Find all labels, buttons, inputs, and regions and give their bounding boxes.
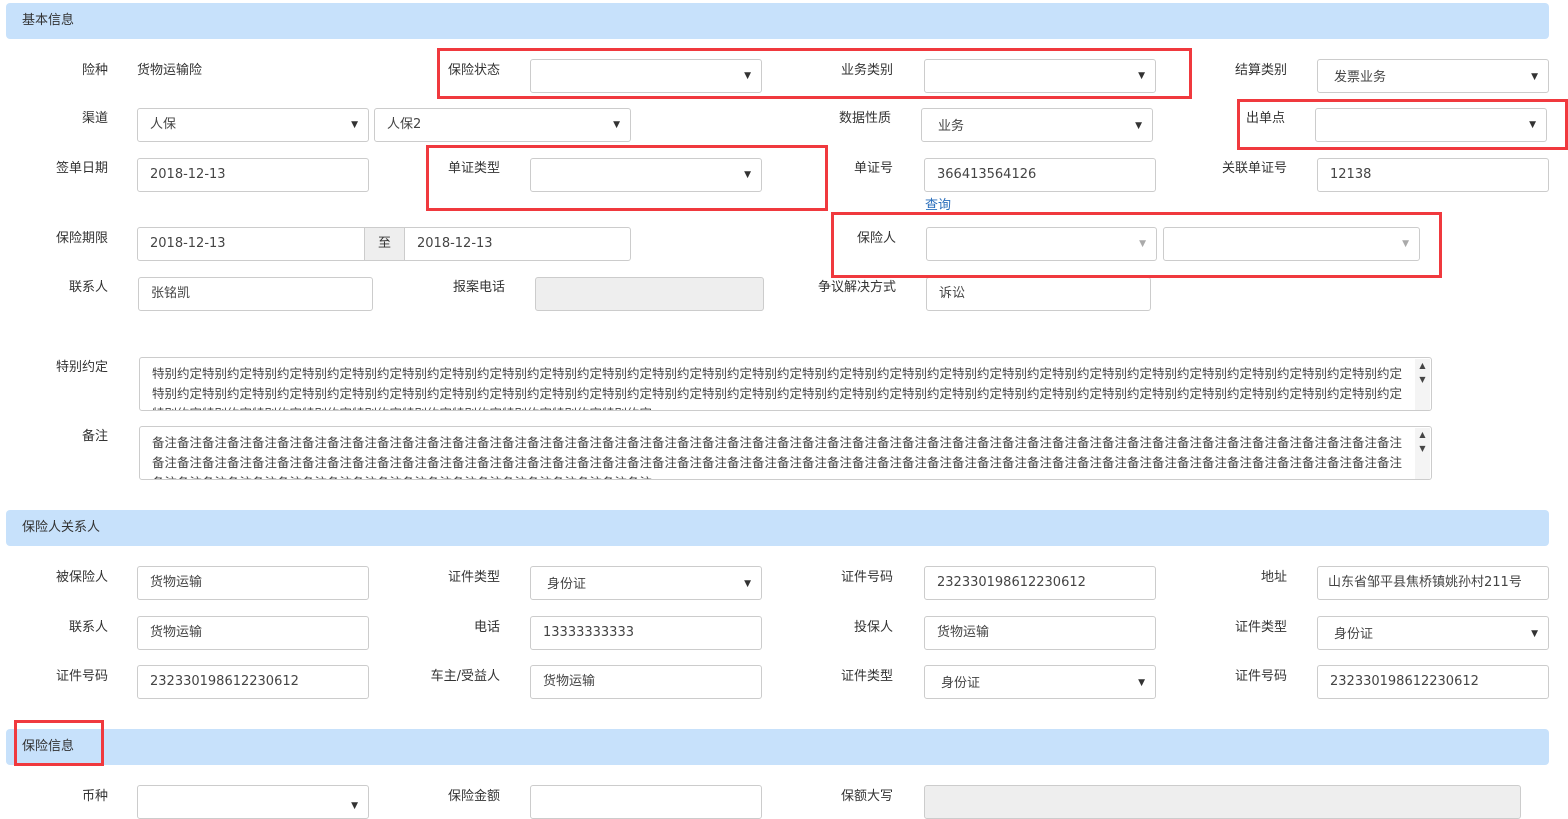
section-header-insurance: 保险信息 — [6, 729, 1549, 765]
settle-type-value: 发票业务 — [1334, 70, 1387, 85]
highlight-box — [14, 720, 104, 766]
channel-value-1: 人保 — [150, 117, 177, 132]
id-type-value: 身份证 — [941, 676, 981, 691]
period-label: 保险期限 — [55, 231, 108, 246]
insured-input[interactable]: 货物运输 — [137, 566, 369, 600]
sign-date-input[interactable]: 2018-12-13 — [137, 158, 369, 192]
section-header-relations: 保险人关系人 — [6, 510, 1549, 546]
remark-textarea[interactable]: 备注备注备注备注备注备注备注备注备注备注备注备注备注备注备注备注备注备注备注备注… — [139, 426, 1432, 480]
insurance-type-value: 货物运输险 — [137, 63, 203, 78]
dropdown-arrow-icon: ▼ — [1138, 678, 1145, 688]
id-type-select[interactable]: 身份证 ▼ — [924, 665, 1156, 699]
special-label: 特别约定 — [55, 360, 108, 375]
channel-label: 渠道 — [81, 111, 108, 126]
dropdown-arrow-icon: ▼ — [744, 579, 751, 589]
highlight-box — [426, 145, 828, 211]
id-type-label: 证件类型 — [840, 669, 893, 684]
id-type-value: 身份证 — [1334, 627, 1374, 642]
related-doc-label: 关联单证号 — [1221, 161, 1287, 176]
currency-label: 币种 — [81, 789, 108, 804]
contact-input[interactable]: 张铭凯 — [138, 277, 373, 311]
currency-select[interactable]: ▼ — [137, 785, 369, 819]
channel-select-2[interactable]: 人保2 ▼ — [374, 108, 631, 142]
report-phone-label: 报案电话 — [452, 280, 505, 295]
highlight-box — [1237, 99, 1568, 150]
rel-contact-label: 联系人 — [68, 620, 108, 635]
special-textarea[interactable]: 特别约定特别约定特别约定特别约定特别约定特别约定特别约定特别约定特别约定特别约定… — [139, 357, 1432, 411]
owner-label: 车主/受益人 — [430, 669, 500, 684]
owner-input[interactable]: 货物运输 — [530, 665, 762, 699]
doc-no-input[interactable]: 366413564126 — [924, 158, 1156, 192]
amount-label: 保险金额 — [447, 789, 500, 804]
dropdown-arrow-icon: ▼ — [351, 801, 358, 811]
address-input[interactable]: 山东省邹平县焦桥镇姚孙村211号 — [1317, 566, 1549, 600]
dropdown-arrow-icon: ▼ — [613, 120, 620, 130]
dropdown-arrow-icon: ▼ — [351, 120, 358, 130]
data-nature-select[interactable]: 业务 ▼ — [921, 108, 1153, 142]
amount-input[interactable] — [530, 785, 762, 819]
id-no-input[interactable]: 232330198612230612 — [1317, 665, 1549, 699]
id-type-label: 证件类型 — [1234, 620, 1287, 635]
dropdown-arrow-icon: ▼ — [1531, 629, 1538, 639]
period-start-input[interactable]: 2018-12-13 — [137, 227, 365, 261]
section-header-basic: 基本信息 — [6, 3, 1549, 39]
dropdown-arrow-icon: ▼ — [1135, 121, 1142, 131]
remark-label: 备注 — [81, 429, 108, 444]
sign-date-label: 签单日期 — [55, 161, 108, 176]
data-nature-value: 业务 — [938, 119, 965, 134]
phone-label: 电话 — [473, 620, 500, 635]
dispute-label: 争议解决方式 — [817, 280, 896, 295]
contact-label: 联系人 — [68, 280, 108, 295]
special-text: 特别约定特别约定特别约定特别约定特别约定特别约定特别约定特别约定特别约定特别约定… — [152, 366, 1403, 410]
scrollbar[interactable]: ▲ ▼ — [1415, 359, 1430, 410]
id-no-input[interactable]: 232330198612230612 — [137, 665, 369, 699]
highlight-box — [437, 48, 1192, 99]
applicant-input[interactable]: 货物运输 — [924, 616, 1156, 650]
id-type-label: 证件类型 — [447, 570, 500, 585]
query-link[interactable]: 查询 — [925, 194, 951, 213]
channel-select-1[interactable]: 人保 ▼ — [137, 108, 369, 142]
id-no-label: 证件号码 — [840, 570, 893, 585]
dropdown-arrow-icon: ▼ — [1531, 72, 1538, 82]
report-phone-input — [535, 277, 764, 311]
id-type-value: 身份证 — [547, 577, 587, 592]
address-label: 地址 — [1260, 570, 1287, 585]
data-nature-label: 数据性质 — [838, 111, 891, 126]
period-to-addon: 至 — [364, 227, 405, 261]
applicant-label: 投保人 — [853, 620, 893, 635]
settle-type-select[interactable]: 发票业务 ▼ — [1317, 59, 1549, 93]
id-type-select[interactable]: 身份证 ▼ — [530, 566, 762, 600]
scrollbar[interactable]: ▲ ▼ — [1415, 428, 1430, 479]
id-no-input[interactable]: 232330198612230612 — [924, 566, 1156, 600]
remark-text: 备注备注备注备注备注备注备注备注备注备注备注备注备注备注备注备注备注备注备注备注… — [152, 435, 1403, 479]
insured-label: 被保险人 — [55, 570, 108, 585]
highlight-box — [831, 212, 1442, 278]
insurance-type-label: 险种 — [81, 63, 108, 78]
rel-contact-input[interactable]: 货物运输 — [137, 616, 369, 650]
related-doc-input[interactable]: 12138 — [1317, 158, 1549, 192]
id-type-select[interactable]: 身份证 ▼ — [1317, 616, 1549, 650]
period-end-input[interactable]: 2018-12-13 — [404, 227, 631, 261]
amount-words-label: 保额大写 — [840, 789, 893, 804]
channel-value-2: 人保2 — [387, 117, 422, 132]
id-no-label: 证件号码 — [1234, 669, 1287, 684]
phone-input[interactable]: 13333333333 — [530, 616, 762, 650]
dispute-input[interactable]: 诉讼 — [926, 277, 1151, 311]
id-no-label: 证件号码 — [55, 669, 108, 684]
amount-words-input — [924, 785, 1521, 819]
